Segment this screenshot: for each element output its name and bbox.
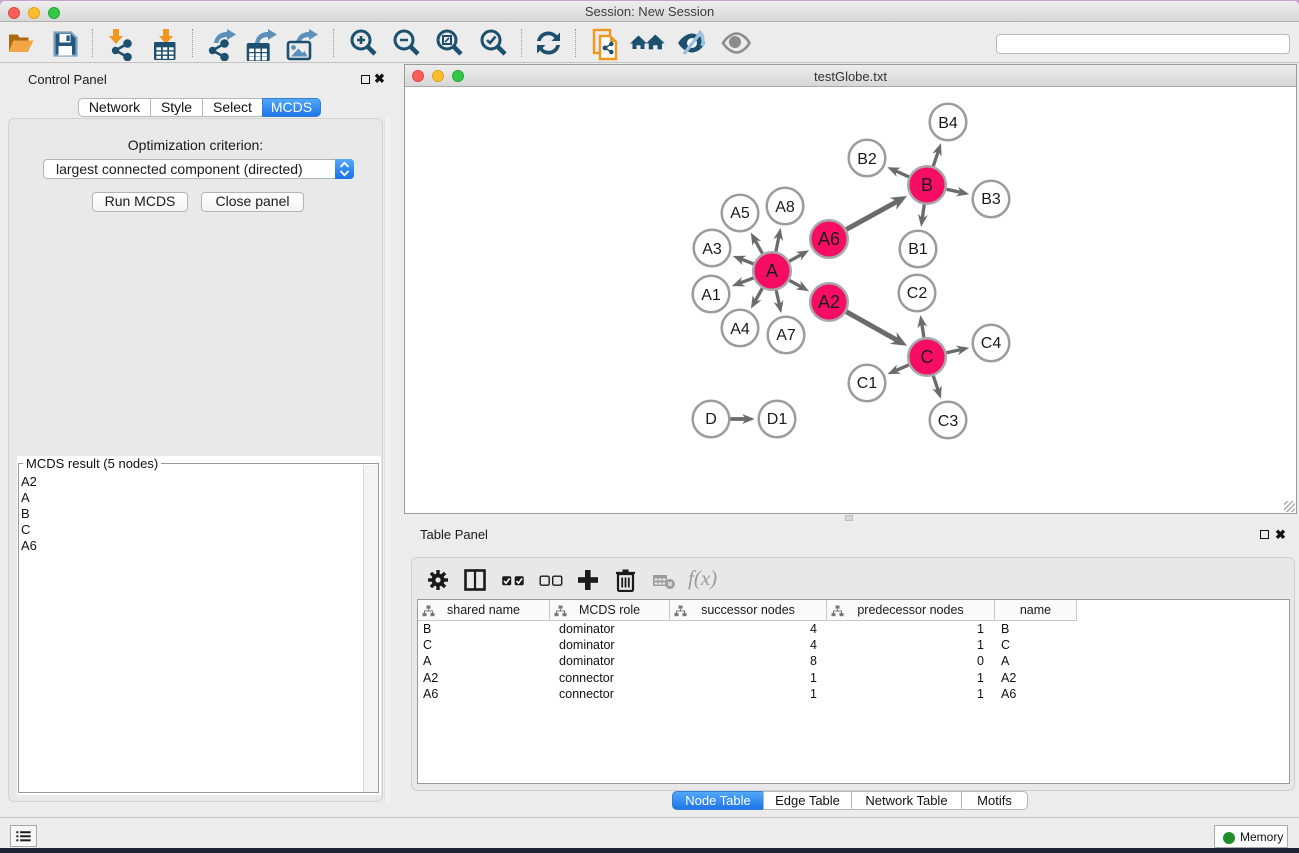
- svg-text:C2: C2: [907, 285, 928, 302]
- svg-text:A4: A4: [730, 321, 750, 338]
- svg-text:C: C: [921, 347, 934, 367]
- svg-text:D: D: [705, 411, 717, 428]
- svg-text:A1: A1: [701, 287, 721, 304]
- svg-text:B3: B3: [981, 191, 1001, 208]
- svg-text:A2: A2: [818, 292, 840, 312]
- svg-text:A: A: [766, 261, 778, 281]
- svg-text:D1: D1: [767, 411, 788, 428]
- svg-text:A3: A3: [702, 241, 722, 258]
- svg-text:A5: A5: [730, 205, 750, 222]
- svg-text:B: B: [921, 175, 933, 195]
- svg-text:A7: A7: [776, 327, 796, 344]
- svg-text:C4: C4: [981, 335, 1002, 352]
- svg-text:C3: C3: [938, 413, 959, 430]
- svg-text:B1: B1: [908, 241, 928, 258]
- svg-text:C1: C1: [857, 375, 878, 392]
- svg-text:A6: A6: [818, 229, 840, 249]
- svg-text:B4: B4: [938, 115, 958, 132]
- svg-text:B2: B2: [857, 151, 877, 168]
- svg-text:A8: A8: [775, 199, 795, 216]
